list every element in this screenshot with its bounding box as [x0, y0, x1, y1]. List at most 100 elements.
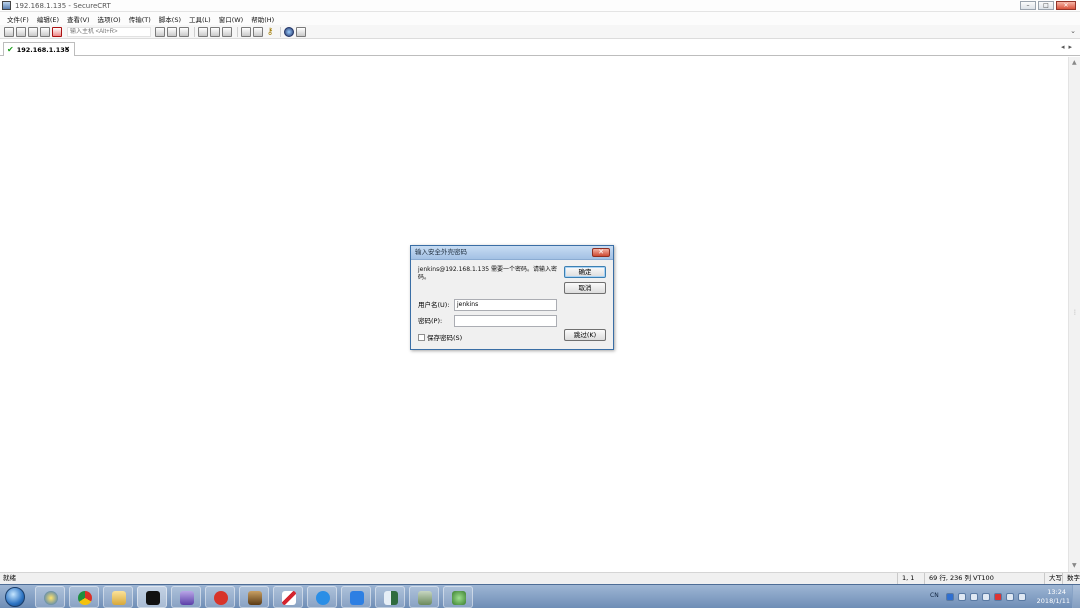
- scroll-down-icon[interactable]: ▼: [1072, 562, 1077, 569]
- tab-scroll-arrows-icon[interactable]: ◂▸: [1061, 43, 1076, 51]
- password-label: 密码(P):: [418, 317, 443, 325]
- menu-options[interactable]: 选项(O): [98, 14, 121, 24]
- tray-expand-icon[interactable]: [970, 593, 978, 601]
- status-ready: 就绪: [3, 574, 16, 582]
- username-input[interactable]: jenkins: [454, 299, 557, 311]
- display-icon[interactable]: [1006, 593, 1014, 601]
- security-icon[interactable]: [994, 593, 1002, 601]
- menu-tools[interactable]: 工具(L): [189, 14, 211, 24]
- taskbar-app-360-browser[interactable]: [35, 586, 65, 608]
- dialog-title: 输入安全外壳密码: [415, 248, 467, 256]
- tab-session-192-168-1-135[interactable]: ✔ 192.168.1.135 ×: [3, 42, 75, 56]
- menu-view[interactable]: 查看(V): [67, 14, 90, 24]
- volume-icon[interactable]: [1018, 593, 1026, 601]
- connect-icon[interactable]: [4, 26, 14, 37]
- password-input[interactable]: [454, 315, 557, 327]
- taskbar-app-media[interactable]: [409, 586, 439, 608]
- clock-time[interactable]: 13:24: [1047, 588, 1066, 596]
- vertical-scrollbar[interactable]: ▲ ⋮ ▼: [1068, 57, 1080, 572]
- status-cursor-position: 1, 1: [897, 573, 924, 584]
- quick-connect-icon[interactable]: [16, 26, 26, 37]
- dialog-close-button[interactable]: ✕: [592, 248, 610, 257]
- media-icon: [418, 591, 432, 605]
- taskbar-app-chrome[interactable]: [69, 586, 99, 608]
- language-indicator[interactable]: CN: [930, 592, 939, 599]
- menu-help[interactable]: 帮助(H): [251, 14, 274, 24]
- session-tab-strip: ✔ 192.168.1.135 × ◂▸: [0, 40, 1080, 56]
- close-window-button[interactable]: ✕: [1056, 1, 1076, 10]
- tools-icon[interactable]: [253, 26, 263, 37]
- scroll-thumb-icon[interactable]: ⋮: [1072, 309, 1078, 316]
- password-dialog: 输入安全外壳密码 ✕ jenkins@192.168.1.135 需要一个密码。…: [410, 245, 614, 350]
- disconnect-icon[interactable]: [52, 26, 62, 37]
- paste-icon[interactable]: [167, 26, 177, 37]
- show-desktop-button[interactable]: [1072, 585, 1080, 608]
- help-icon[interactable]: [284, 26, 294, 37]
- ok-button[interactable]: 确定: [564, 266, 606, 278]
- wps-writer-icon: [350, 591, 364, 605]
- clock-date[interactable]: 2018/1/11: [1037, 597, 1070, 605]
- host-input[interactable]: [67, 26, 151, 37]
- status-bar: 就绪 1, 1 69 行, 236 列 VT100 大写 数字: [0, 572, 1080, 584]
- scroll-up-icon[interactable]: ▲: [1072, 59, 1077, 66]
- taskbar-app-securecrt[interactable]: [137, 586, 167, 608]
- taskbar-app-game[interactable]: [239, 586, 269, 608]
- taskbar-app-pen[interactable]: [273, 586, 303, 608]
- print-icon[interactable]: [198, 26, 208, 37]
- close-tab-icon[interactable]: ×: [64, 45, 70, 53]
- copy-icon[interactable]: [155, 26, 165, 37]
- sftp-icon[interactable]: [241, 26, 251, 37]
- toolbar-separator: [194, 26, 195, 37]
- folder-icon: [112, 591, 126, 605]
- taskbar-app-wps-writer[interactable]: [341, 586, 371, 608]
- pen-icon: [282, 591, 296, 605]
- help-tray-icon[interactable]: [946, 593, 954, 601]
- terminal-icon: [146, 591, 160, 605]
- window-app-icon: [384, 591, 398, 605]
- menu-bar: 文件(F) 编辑(E) 查看(V) 选项(O) 传输(T) 脚本(S) 工具(L…: [0, 12, 1080, 25]
- check-icon: ✔: [7, 45, 14, 54]
- dialog-title-bar: 输入安全外壳密码 ✕: [411, 246, 613, 260]
- status-caps-lock: 大写: [1044, 573, 1062, 584]
- chevron-down-icon[interactable]: ⌄: [1070, 27, 1076, 35]
- menu-edit[interactable]: 编辑(E): [37, 14, 59, 24]
- key-icon[interactable]: ⚷: [265, 27, 275, 37]
- save-password-checkbox[interactable]: 保存密码(S): [418, 332, 462, 342]
- red-g-icon: [214, 591, 228, 605]
- session-options-icon[interactable]: [210, 26, 220, 37]
- menu-script[interactable]: 脚本(S): [159, 14, 181, 24]
- network-icon[interactable]: [982, 593, 990, 601]
- cancel-button[interactable]: 取消: [564, 282, 606, 294]
- game-icon: [248, 591, 262, 605]
- toolbar-separator: [280, 26, 281, 37]
- skip-button[interactable]: 跳过(K): [564, 329, 606, 341]
- status-num-lock: 数字: [1062, 573, 1080, 584]
- taskbar-app-visual-studio[interactable]: [171, 586, 201, 608]
- tab-label: 192.168.1.135: [16, 45, 70, 54]
- taskbar-app-red-g[interactable]: [205, 586, 235, 608]
- checkbox-box[interactable]: [418, 333, 425, 341]
- dialog-message: jenkins@192.168.1.135 需要一个密码。请输入密码。: [418, 266, 558, 281]
- taskbar-app-explorer[interactable]: [103, 586, 133, 608]
- taskbar-app-window[interactable]: [375, 586, 405, 608]
- taskbar-app-system[interactable]: [443, 586, 473, 608]
- dingtalk-icon: [316, 591, 330, 605]
- maximize-button[interactable]: □: [1038, 1, 1054, 10]
- menu-file[interactable]: 文件(F): [7, 14, 29, 24]
- input-method-icon[interactable]: [958, 593, 966, 601]
- save-password-label: 保存密码(S): [427, 334, 463, 342]
- title-bar: 192.168.1.135 - SecureCRT – □ ✕: [0, 0, 1080, 12]
- reconnect-icon[interactable]: [40, 26, 50, 37]
- status-terminal-size: 69 行, 236 列 VT100: [924, 573, 1044, 584]
- log-icon[interactable]: [222, 26, 232, 37]
- menu-transfer[interactable]: 传输(T): [129, 14, 151, 24]
- securecrt-app-icon[interactable]: [2, 1, 11, 10]
- browser-360-icon: [44, 591, 58, 605]
- start-button[interactable]: [5, 587, 25, 607]
- taskbar-app-dingtalk[interactable]: [307, 586, 337, 608]
- screenshot-icon[interactable]: [296, 26, 306, 37]
- menu-window[interactable]: 窗口(W): [219, 14, 244, 24]
- find-icon[interactable]: [179, 26, 189, 37]
- minimize-button[interactable]: –: [1020, 1, 1036, 10]
- connect-in-tab-icon[interactable]: [28, 26, 38, 37]
